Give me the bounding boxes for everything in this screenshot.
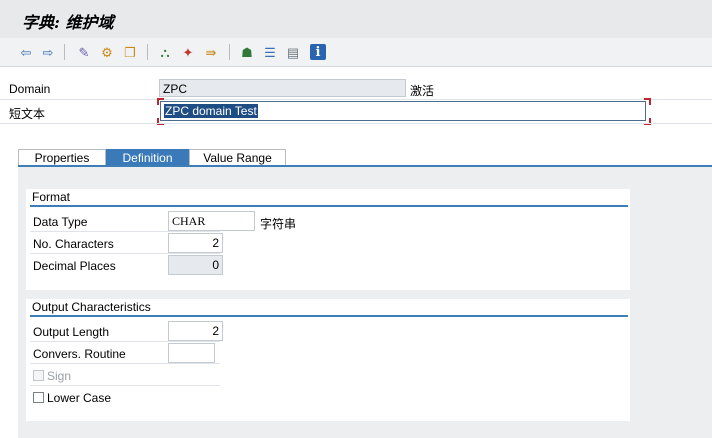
- data-type-input[interactable]: CHAR: [168, 211, 255, 231]
- focus-corner: [644, 98, 651, 105]
- lower-case-label: Lower Case: [47, 391, 112, 405]
- activate-icon[interactable]: ⚙: [99, 44, 115, 60]
- sign-label: Sign: [47, 369, 72, 383]
- domain-label: Domain: [9, 82, 51, 96]
- data-type-label: Data Type: [33, 215, 88, 229]
- output-length-input[interactable]: 2: [168, 321, 223, 341]
- toolbar-separator: [64, 44, 65, 60]
- hierarchy-icon[interactable]: ⛬: [157, 44, 173, 60]
- output-characteristics-group: Output Characteristics Output Length 2 C…: [26, 299, 630, 421]
- decimal-places-label: Decimal Places: [33, 259, 116, 273]
- short-text-label: 短文本: [9, 107, 46, 121]
- info-icon[interactable]: i: [310, 44, 326, 60]
- row-divider: [0, 123, 712, 124]
- group-title-underline: [30, 315, 628, 317]
- group-title-underline: [30, 205, 628, 207]
- where-used-icon[interactable]: ⇛: [203, 44, 219, 60]
- object-list-icon[interactable]: ❐: [122, 44, 138, 60]
- toolbar-separator: [147, 44, 148, 60]
- window-title: 字典: 维护域: [22, 13, 114, 32]
- format-group-title: Format: [32, 190, 71, 204]
- data-type-description: 字符串: [260, 217, 297, 231]
- list-icon[interactable]: ▤: [285, 44, 301, 60]
- conversion-routine-label: Convers. Routine: [33, 347, 126, 361]
- row-divider: [30, 253, 220, 254]
- format-group: Format Data Type CHAR 字符串 No. Characters…: [26, 189, 630, 290]
- tab-value-range[interactable]: Value Range: [189, 149, 286, 165]
- conversion-routine-input[interactable]: [168, 343, 215, 363]
- no-characters-input[interactable]: 2: [168, 233, 223, 253]
- short-text-value: ZPC domain Test: [164, 104, 258, 118]
- toolbar-separator: [229, 44, 230, 60]
- application-toolbar: ⇦ ⇨ ✎ ⚙ ❐ ⛬ ✦ ⇛ ☗ ☰ ▤ i: [0, 38, 712, 67]
- wand-icon[interactable]: ✦: [180, 44, 196, 60]
- tab-properties[interactable]: Properties: [18, 149, 106, 165]
- row-divider: [30, 385, 220, 386]
- short-text-input[interactable]: ZPC domain Test: [160, 101, 646, 121]
- tree-icon[interactable]: ☗: [239, 44, 255, 60]
- row-divider: [30, 341, 220, 342]
- output-group-title: Output Characteristics: [32, 300, 151, 314]
- output-length-label: Output Length: [33, 325, 110, 339]
- row-divider: [30, 363, 220, 364]
- focus-corner: [157, 98, 164, 105]
- row-divider: [0, 99, 712, 100]
- sign-checkbox[interactable]: [33, 370, 44, 381]
- lower-case-checkbox[interactable]: [33, 392, 44, 403]
- stack-icon[interactable]: ☰: [262, 44, 278, 60]
- decimal-places-input[interactable]: 0: [168, 255, 223, 275]
- row-divider: [30, 231, 220, 232]
- tab-definition[interactable]: Definition: [106, 149, 189, 165]
- display-change-icon[interactable]: ✎: [76, 44, 92, 60]
- forward-icon[interactable]: ⇨: [40, 44, 56, 60]
- back-icon[interactable]: ⇦: [18, 44, 34, 60]
- no-characters-label: No. Characters: [33, 237, 114, 251]
- status-text: 激活: [410, 84, 435, 98]
- domain-field[interactable]: ZPC: [159, 79, 406, 97]
